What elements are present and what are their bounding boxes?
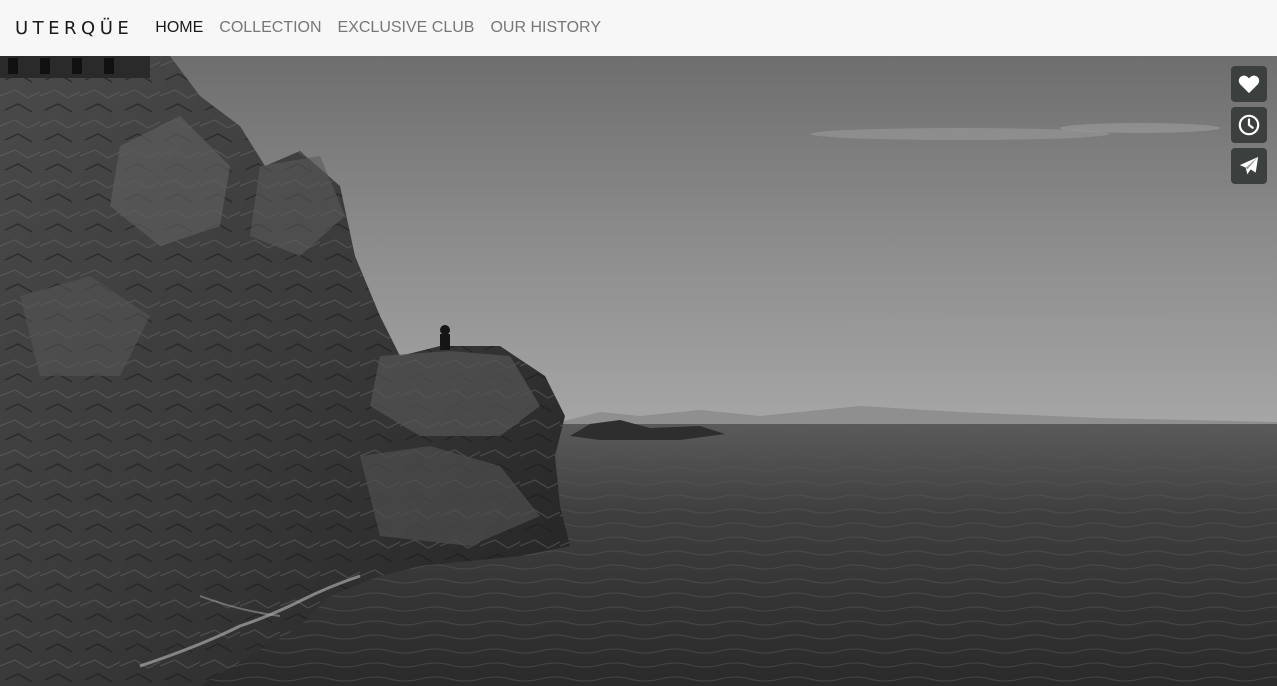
favorites-button[interactable] bbox=[1231, 66, 1267, 102]
nav-our-history[interactable]: OUR HISTORY bbox=[490, 19, 601, 37]
history-button[interactable] bbox=[1231, 107, 1267, 143]
page: UTERQÜE HOME COLLECTION EXCLUSIVE CLUB O… bbox=[0, 0, 1277, 686]
paper-plane-icon bbox=[1239, 156, 1259, 175]
nav-exclusive-club[interactable]: EXCLUSIVE CLUB bbox=[338, 19, 475, 37]
top-navbar: UTERQÜE HOME COLLECTION EXCLUSIVE CLUB O… bbox=[0, 0, 1277, 56]
hero-image bbox=[0, 56, 1277, 686]
floating-action-bar bbox=[1231, 66, 1267, 184]
nav-collection[interactable]: COLLECTION bbox=[219, 19, 321, 37]
brand-logo[interactable]: UTERQÜE bbox=[15, 18, 133, 39]
heart-icon bbox=[1238, 75, 1260, 94]
nav-home[interactable]: HOME bbox=[155, 19, 203, 37]
clock-icon bbox=[1238, 114, 1260, 136]
send-button[interactable] bbox=[1231, 148, 1267, 184]
